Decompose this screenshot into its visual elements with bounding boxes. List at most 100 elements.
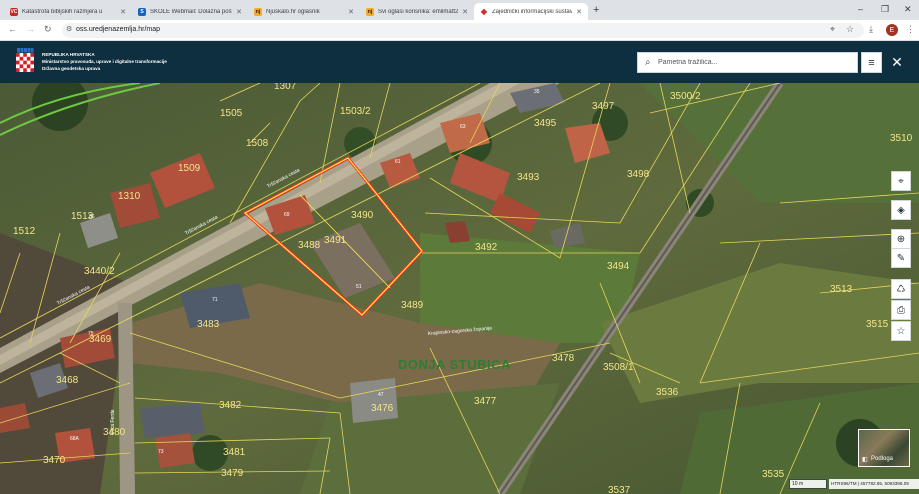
zoom-search-button[interactable]: ⊕: [891, 229, 911, 249]
croatia-coat-of-arms-icon: [16, 48, 34, 72]
house-number: 86: [89, 214, 95, 220]
house-number: 61: [395, 159, 401, 165]
vc-icon: VC: [10, 7, 18, 16]
house-number: 75: [88, 331, 94, 337]
close-tab-icon[interactable]: ✕: [120, 8, 126, 16]
parcel-label: 3535: [762, 469, 785, 480]
parcel-label: 3491: [324, 235, 347, 246]
parcel-label: 3468: [56, 375, 79, 386]
place-name: DONJA STUBICA: [398, 357, 511, 372]
house-number: 63: [460, 124, 466, 130]
new-tab-icon[interactable]: +: [593, 4, 599, 16]
parcel-label: 3480: [103, 427, 126, 438]
reload-icon[interactable]: ↻: [44, 24, 52, 35]
download-icon[interactable]: ⤓: [869, 24, 873, 35]
house-number: 51: [356, 284, 362, 290]
tab-title: Katastrofa bibljskih razmjera u: [22, 8, 103, 15]
tab-title: Svi oglasi korisnika: emilmatt2: [378, 8, 459, 15]
orthophoto-map[interactable]: Trščanska cesta Trščanska cesta Trščansk…: [0, 83, 919, 494]
forward-icon[interactable]: →: [26, 24, 35, 34]
house-number: 68A: [70, 436, 80, 442]
layers-small-icon: ◧: [862, 457, 868, 463]
map-canvas[interactable]: Trščanska cesta Trščanska cesta Trščansk…: [0, 83, 919, 494]
profile-avatar[interactable]: E: [886, 24, 898, 36]
search-input[interactable]: [658, 55, 853, 70]
parcel-label: 3483: [197, 319, 220, 330]
bookmark-star-icon[interactable]: ☆: [846, 24, 854, 35]
print-button[interactable]: ⎙: [891, 300, 911, 320]
print-icon: ⎙: [897, 304, 905, 316]
filter-button[interactable]: ≡: [861, 52, 882, 73]
house-number: 71: [212, 297, 218, 303]
parcel-label: 3489: [401, 300, 424, 311]
close-button[interactable]: ✕: [887, 52, 907, 73]
parcel-label: 3470: [43, 455, 66, 466]
app-header: REPUBLIKA HRVATSKA Ministarstvo pravosuđ…: [0, 41, 919, 83]
layers-icon: ◈: [897, 204, 905, 216]
star-icon: ☆: [896, 325, 906, 337]
parcel-label: 3494: [607, 261, 630, 272]
tab[interactable]: S SKOLE Webmail: Dolazna pošta ✕: [132, 3, 248, 20]
location-icon[interactable]: ⌖: [830, 24, 835, 35]
tab-title: Njuskalo.hr oglasnik: [266, 8, 320, 15]
smart-search[interactable]: ⌕: [637, 52, 858, 73]
njuskalo-icon: nj: [254, 7, 262, 16]
site-info-icon[interactable]: ⚙: [66, 25, 72, 33]
url-field[interactable]: ⚙ oss.uredjenazemlja.hr/map: [62, 23, 864, 38]
basemap-label: Podloga: [871, 456, 894, 462]
browser-window: VC Katastrofa bibljskih razmjera u ✕ S S…: [0, 0, 919, 494]
parcel-label: 3510: [890, 133, 913, 144]
tab[interactable]: nj Njuskalo.hr oglasnik ✕: [248, 3, 360, 20]
road-side: [118, 303, 135, 494]
parcel-label: 3479: [221, 468, 244, 479]
location-pin-icon: ⌖: [898, 175, 904, 187]
ministry-line-2: Ministarstvo pravosuđa, uprave i digital…: [42, 59, 167, 64]
parcel-label: 3440/2: [84, 266, 115, 277]
parcel-label: 1505: [220, 108, 243, 119]
parcel-label: 3493: [517, 172, 540, 183]
parcel-label: 3508/1: [603, 362, 634, 373]
parcel-label: 3492: [475, 242, 498, 253]
coordinates-readout: HTRS96/TM | 457782.65, 5093396.09: [829, 479, 919, 489]
parcel-label: 3482: [219, 400, 242, 411]
minimize-icon[interactable]: –: [858, 4, 863, 14]
tab[interactable]: nj Svi oglasi korisnika: emilmatt2 ✕: [360, 3, 474, 20]
address-bar: ← → ↻ ⚙ oss.uredjenazemlja.hr/map ⌖ ☆ ⤓ …: [0, 20, 919, 41]
measure-button[interactable]: ✎: [891, 248, 911, 268]
basemap-switcher[interactable]: ◧ Podloga: [858, 429, 910, 467]
house-number: 35: [534, 89, 540, 95]
location-button[interactable]: ⌖: [891, 171, 911, 191]
close-icon: ✕: [891, 54, 903, 70]
parcel-label: 3488: [298, 240, 321, 251]
close-tab-icon[interactable]: ✕: [576, 8, 582, 16]
parcel-label: 3476: [371, 403, 394, 414]
url-text: oss.uredjenazemlja.hr/map: [76, 26, 161, 33]
parcel-label: 3478: [552, 353, 575, 364]
tab-active[interactable]: ◆ Zajednički informacijski sustav ✕: [474, 3, 588, 20]
menu-kebab-icon[interactable]: ⋮: [906, 24, 915, 35]
close-tab-icon[interactable]: ✕: [348, 8, 354, 16]
bucket-button[interactable]: ♺: [891, 279, 911, 299]
parcel-label: 3477: [474, 396, 497, 407]
tab[interactable]: VC Katastrofa bibljskih razmjera u ✕: [4, 3, 132, 20]
parcel-label: 3513: [830, 284, 853, 295]
layers-button[interactable]: ◈: [891, 200, 911, 220]
bucket-icon: ♺: [896, 283, 906, 295]
parcel-label: 1310: [118, 191, 141, 202]
parcel-label: 3498: [627, 169, 650, 180]
window-close-icon[interactable]: ✕: [904, 4, 912, 15]
close-tab-icon[interactable]: ✕: [236, 8, 242, 16]
ministry-line-1: REPUBLIKA HRVATSKA: [42, 52, 95, 57]
parcel-label: 1307: [274, 83, 297, 92]
ministry-line-3: Državna geodetska uprava: [42, 66, 101, 71]
back-icon[interactable]: ←: [8, 24, 17, 34]
webmail-icon: S: [138, 7, 146, 16]
parcel-label: 3497: [592, 101, 615, 112]
parcel-label: 3537: [608, 485, 631, 494]
close-tab-icon[interactable]: ✕: [462, 8, 468, 16]
house-number: 69: [284, 212, 290, 218]
restore-icon[interactable]: ❐: [881, 4, 889, 15]
tab-title: Zajednički informacijski sustav: [492, 8, 573, 15]
favorite-button[interactable]: ☆: [891, 321, 911, 341]
parcel-label: 3536: [656, 387, 679, 398]
